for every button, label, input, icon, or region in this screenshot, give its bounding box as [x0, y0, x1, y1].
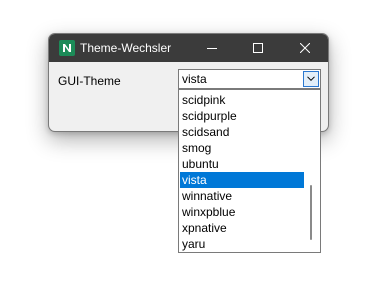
theme-option-ubuntu[interactable]: ubuntu [180, 156, 304, 172]
close-icon [300, 43, 310, 53]
theme-option-winnative[interactable]: winnative [180, 188, 304, 204]
theme-option-scidsand[interactable]: scidsand [180, 124, 304, 140]
minimize-button[interactable] [189, 34, 235, 62]
title-bar[interactable]: Theme-Wechsler [49, 34, 328, 62]
theme-dropdown-list[interactable]: scidpink scidpurple scidsand smog ubuntu vist… [178, 89, 321, 253]
gui-theme-label: GUI-Theme [58, 74, 121, 88]
theme-options: scidpink scidpurple scidsand smog ubuntu vist… [180, 92, 304, 252]
theme-option-scidpurple[interactable]: scidpurple [180, 108, 304, 124]
minimize-icon [207, 48, 217, 49]
theme-option-smog[interactable]: smog [180, 140, 304, 156]
theme-option-vista[interactable]: vista [180, 172, 304, 188]
combobox-value: vista [182, 72, 207, 86]
chevron-down-icon [307, 76, 315, 82]
combobox-dropdown-button[interactable] [303, 71, 319, 87]
app-logo-icon [59, 40, 75, 56]
theme-option-yaru[interactable]: yaru [180, 236, 304, 252]
theme-combobox[interactable]: vista [178, 69, 321, 89]
maximize-button[interactable] [235, 34, 281, 62]
theme-option-winxpblue[interactable]: winxpblue [180, 204, 304, 220]
close-button[interactable] [282, 34, 328, 62]
dropdown-scrollbar[interactable] [304, 91, 319, 251]
maximize-icon [253, 43, 263, 53]
scrollbar-thumb[interactable] [310, 185, 312, 240]
window-title: Theme-Wechsler [80, 41, 172, 55]
theme-option-xpnative[interactable]: xpnative [180, 220, 304, 236]
theme-option-scidpink[interactable]: scidpink [180, 92, 304, 108]
